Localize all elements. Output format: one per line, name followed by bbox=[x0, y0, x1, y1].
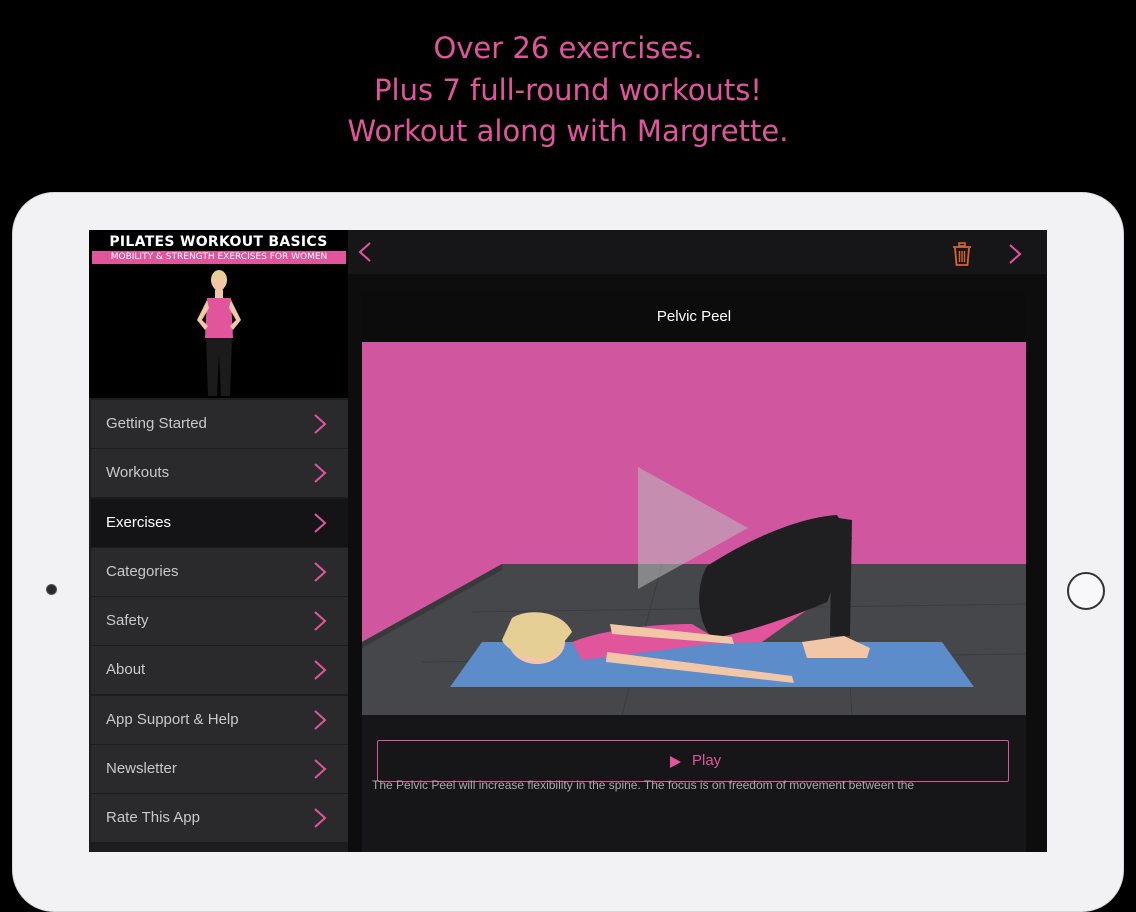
sidebar-item-label: Exercises bbox=[106, 513, 172, 531]
chevron-right-icon bbox=[314, 562, 327, 582]
sidebar-item-newsletter[interactable]: Newsletter bbox=[91, 745, 348, 794]
chevron-right-icon bbox=[314, 710, 327, 730]
chevron-right-icon bbox=[314, 660, 327, 681]
sidebar-item-label: Safety bbox=[106, 612, 149, 630]
headline-line-3: Workout along with Margrette. bbox=[347, 114, 789, 148]
exercise-description: The Pelvic Peel will increase flexibilit… bbox=[372, 778, 915, 792]
chevron-right-icon bbox=[314, 512, 327, 533]
play-button-label: Play bbox=[692, 752, 722, 769]
app-banner: PILATES WORKOUT BASICS MOBILITY & STRENG… bbox=[89, 230, 348, 398]
chevron-right-icon[interactable] bbox=[1008, 244, 1022, 264]
app-subtitle: MOBILITY & STRENGTH EXERCISES FOR WOMEN bbox=[92, 251, 346, 264]
promo-headline: Over 26 exercises. Plus 7 full-round wor… bbox=[0, 28, 1136, 153]
trash-icon[interactable] bbox=[952, 242, 972, 266]
play-button[interactable]: Play bbox=[377, 740, 1009, 782]
home-button[interactable] bbox=[1067, 572, 1105, 610]
chevron-right-icon bbox=[314, 611, 327, 631]
sidebar-item-app-support[interactable]: App Support & Help bbox=[91, 695, 348, 744]
sidebar-item-label: Getting Started bbox=[106, 415, 207, 432]
sidebar-menu: Getting Started Workouts Exercises Categ… bbox=[91, 400, 348, 844]
sidebar-item-rate-app[interactable]: Rate This App bbox=[91, 794, 348, 843]
sidebar-item-safety[interactable]: Safety bbox=[91, 597, 348, 646]
sidebar-item-label: Rate This App bbox=[106, 809, 200, 827]
headline-line-1: Over 26 exercises. bbox=[433, 31, 703, 65]
sidebar-item-about[interactable]: About bbox=[91, 646, 348, 695]
sidebar-item-getting-started[interactable]: Getting Started bbox=[91, 400, 348, 448]
front-camera bbox=[46, 584, 57, 595]
sidebar-item-exercises[interactable]: Exercises bbox=[91, 498, 348, 547]
chevron-right-icon bbox=[314, 463, 327, 484]
chevron-left-icon[interactable] bbox=[358, 242, 372, 262]
exercise-title: Pelvic Peel bbox=[362, 292, 1026, 342]
sidebar-item-label: About bbox=[106, 661, 146, 679]
detail-pane: Pelvic Peel Play The Pelvic Peel will in… bbox=[348, 230, 1047, 852]
sidebar-item-label: Newsletter bbox=[106, 760, 177, 778]
sidebar-item-label: Categories bbox=[106, 562, 179, 580]
exercise-card: Pelvic Peel Play bbox=[362, 292, 1026, 852]
app-title: PILATES WORKOUT BASICS bbox=[109, 234, 328, 250]
play-icon bbox=[670, 756, 681, 768]
sidebar-item-workouts[interactable]: Workouts bbox=[91, 449, 348, 498]
instructor-photo bbox=[197, 270, 241, 396]
headline-line-2: Plus 7 full-round workouts! bbox=[374, 72, 762, 107]
sidebar-item-label: Workouts bbox=[106, 464, 170, 482]
chevron-right-icon bbox=[314, 759, 327, 779]
chevron-right-icon bbox=[314, 808, 327, 829]
sidebar-item-categories[interactable]: Categories bbox=[91, 547, 348, 596]
sidebar: PILATES WORKOUT BASICS MOBILITY & STRENG… bbox=[89, 230, 348, 852]
navigation-bar bbox=[348, 230, 1047, 274]
chevron-right-icon bbox=[314, 414, 327, 434]
sidebar-item-label: App Support & Help bbox=[106, 710, 239, 728]
app-screen: PILATES WORKOUT BASICS MOBILITY & STRENG… bbox=[89, 230, 1047, 852]
exercise-video-thumbnail[interactable] bbox=[362, 342, 1026, 715]
